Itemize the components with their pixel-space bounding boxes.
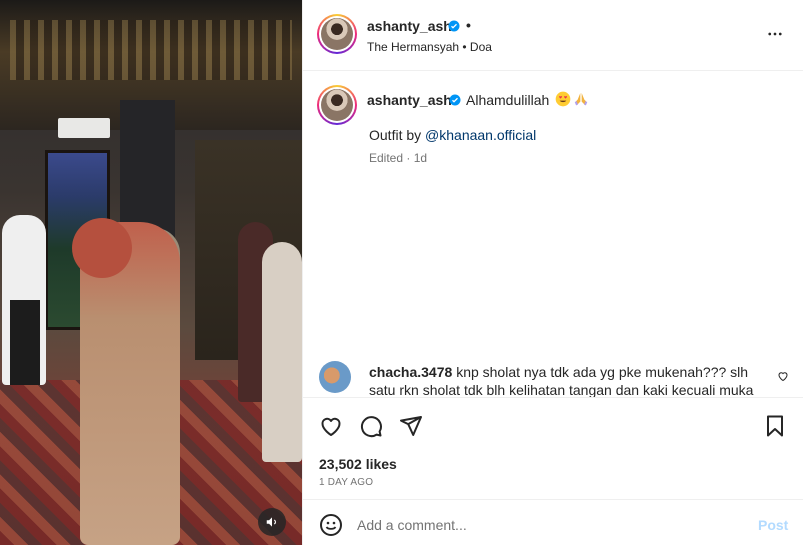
verified-badge-icon	[448, 20, 460, 32]
likes-count[interactable]: 23,502 likes	[319, 456, 397, 472]
caption-avatar[interactable]	[317, 85, 357, 125]
verified-badge-icon	[449, 94, 461, 106]
comment-like-icon[interactable]	[777, 370, 789, 382]
heart-icon[interactable]	[319, 414, 343, 438]
author-avatar[interactable]	[317, 14, 357, 54]
comment-body: chacha.3478 knp sholat nya tdk ada yg pk…	[369, 363, 764, 397]
commenter-avatar[interactable]	[319, 361, 351, 393]
comment-composer: Post	[303, 499, 803, 545]
caption-outfit-line: Outfit by @khanaan.official	[369, 127, 536, 143]
praying-hands-emoji	[574, 93, 588, 106]
more-options-icon[interactable]	[766, 24, 784, 44]
video-frame-person	[262, 242, 302, 462]
author-username[interactable]: ashanty_ash	[367, 18, 452, 34]
caption-outfit-prefix: Outfit by	[369, 127, 422, 143]
post-header: ashanty_ash • The Hermansyah • Doa	[303, 0, 803, 71]
post-dialog: ashanty_ash • The Hermansyah • Doa ashan…	[0, 0, 803, 545]
share-icon[interactable]	[399, 414, 423, 438]
post-actions: 23,502 likes 1 DAY AGO	[303, 397, 803, 498]
caption-mention-link[interactable]: @khanaan.official	[425, 127, 536, 143]
header-separator: •	[466, 17, 471, 33]
caption-username[interactable]: ashanty_ash	[367, 92, 452, 108]
caption-edited-timestamp[interactable]: Edited · 1d	[369, 151, 427, 165]
heart-eyes-emoji	[555, 91, 571, 107]
volume-muted-icon	[266, 517, 277, 527]
post-comment-button[interactable]: Post	[758, 517, 788, 533]
post-sidebar: ashanty_ash • The Hermansyah • Doa ashan…	[302, 0, 803, 545]
post-timestamp[interactable]: 1 DAY AGO	[319, 477, 373, 488]
caption-text: Alhamdulillah	[466, 92, 550, 108]
post-subtitle[interactable]: The Hermansyah • Doa	[367, 40, 492, 54]
emoji-icon[interactable]	[319, 513, 343, 537]
comment-item: chacha.3478 knp sholat nya tdk ada yg pk…	[303, 355, 803, 397]
video-frame-hijab	[72, 218, 132, 278]
video-frame-person-legs	[10, 300, 40, 385]
bookmark-icon[interactable]	[763, 414, 787, 438]
post-video[interactable]	[0, 0, 302, 545]
comment-input[interactable]	[357, 510, 737, 540]
mute-toggle-button[interactable]	[258, 508, 286, 536]
video-frame-ac-unit	[58, 118, 110, 138]
comment-icon[interactable]	[359, 414, 383, 438]
commenter-username[interactable]: chacha.3478	[369, 364, 452, 380]
